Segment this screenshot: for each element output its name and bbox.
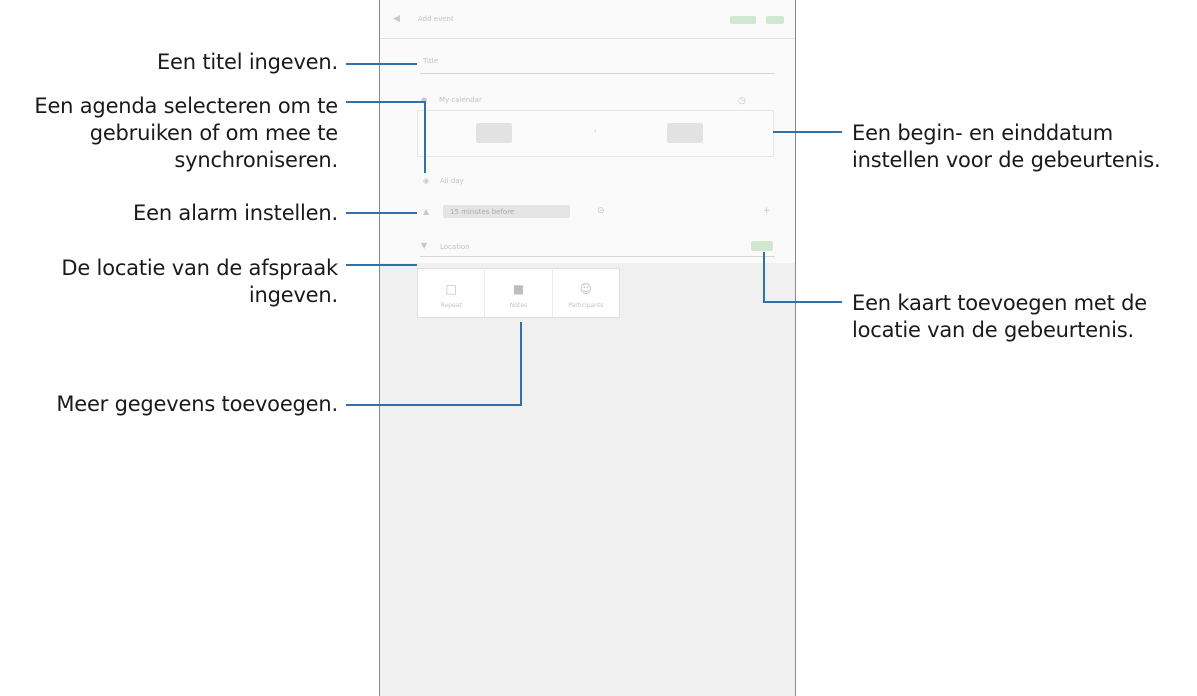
callout-line-location xyxy=(346,264,417,266)
date-separator: › xyxy=(594,127,597,135)
event-form: ◀ Add event Title ● My calendar ◷ › ◉ Al… xyxy=(380,0,795,263)
invite-icon: ☺ xyxy=(579,282,593,296)
cancel-button[interactable] xyxy=(730,16,756,24)
callout-line-more-v xyxy=(520,322,522,406)
annotation-title: Een titel ingeven. xyxy=(156,50,338,74)
annotation-alarm: Een alarm instellen. xyxy=(133,201,338,225)
annotation-dates: Een begin- en einddatum instellen voor d… xyxy=(852,121,1161,172)
start-date-button[interactable] xyxy=(476,123,512,143)
header-title: Add event xyxy=(418,15,454,23)
add-alarm-icon[interactable]: + xyxy=(763,206,771,216)
callout-line-map-h xyxy=(763,301,842,303)
phone-screen: ◀ Add event Title ● My calendar ◷ › ◉ Al… xyxy=(379,0,796,696)
map-button[interactable] xyxy=(751,241,773,251)
notes-label: Notes xyxy=(509,302,528,309)
participants-label: Participants xyxy=(568,302,604,309)
callout-line-alarm xyxy=(346,212,417,214)
callout-line-more-h xyxy=(346,404,522,406)
callout-line-calendar-v xyxy=(424,101,426,173)
all-day-toggle[interactable]: All day xyxy=(440,177,464,185)
calendar-icon: □ xyxy=(445,282,457,296)
repeat-button[interactable]: □ Repeat xyxy=(418,269,486,317)
clock-icon: ◉ xyxy=(423,177,430,185)
callout-line-title xyxy=(346,63,417,65)
location-pin-icon: ▼ xyxy=(421,241,428,250)
annotation-map: Een kaart toevoegen met de locatie van d… xyxy=(852,291,1148,342)
title-underline xyxy=(420,73,775,74)
back-arrow-icon[interactable]: ◀ xyxy=(393,14,400,24)
alarm-remove-icon[interactable]: ⊝ xyxy=(597,206,605,216)
callout-line-dates xyxy=(773,131,842,133)
callout-line-map-v xyxy=(763,252,765,303)
notes-button[interactable]: ■ Notes xyxy=(485,269,553,317)
location-input[interactable]: Location xyxy=(440,243,470,251)
repeat-label: Repeat xyxy=(440,302,462,309)
save-button[interactable] xyxy=(766,16,784,24)
location-underline xyxy=(420,256,775,257)
annotation-calendar: Een agenda selecteren om te gebruiken of… xyxy=(34,94,338,172)
alarm-value: 15 minutes before xyxy=(450,208,515,216)
title-input[interactable]: Title xyxy=(423,57,438,65)
callout-line-calendar-h xyxy=(346,101,426,103)
annotation-more-details: Meer gegevens toevoegen. xyxy=(56,392,338,416)
end-date-button[interactable] xyxy=(667,123,703,143)
participants-button[interactable]: ☺ Participants xyxy=(553,269,619,317)
timezone-icon[interactable]: ◷ xyxy=(738,96,746,106)
annotation-location: De locatie van de afspraak ingeven. xyxy=(61,256,338,307)
calendar-selector[interactable]: My calendar xyxy=(439,96,482,104)
header-divider xyxy=(380,38,795,39)
more-details-toolbar: □ Repeat ■ Notes ☺ Participants xyxy=(417,268,620,318)
memo-icon: ■ xyxy=(512,282,525,296)
bell-icon: ▲ xyxy=(423,207,430,216)
